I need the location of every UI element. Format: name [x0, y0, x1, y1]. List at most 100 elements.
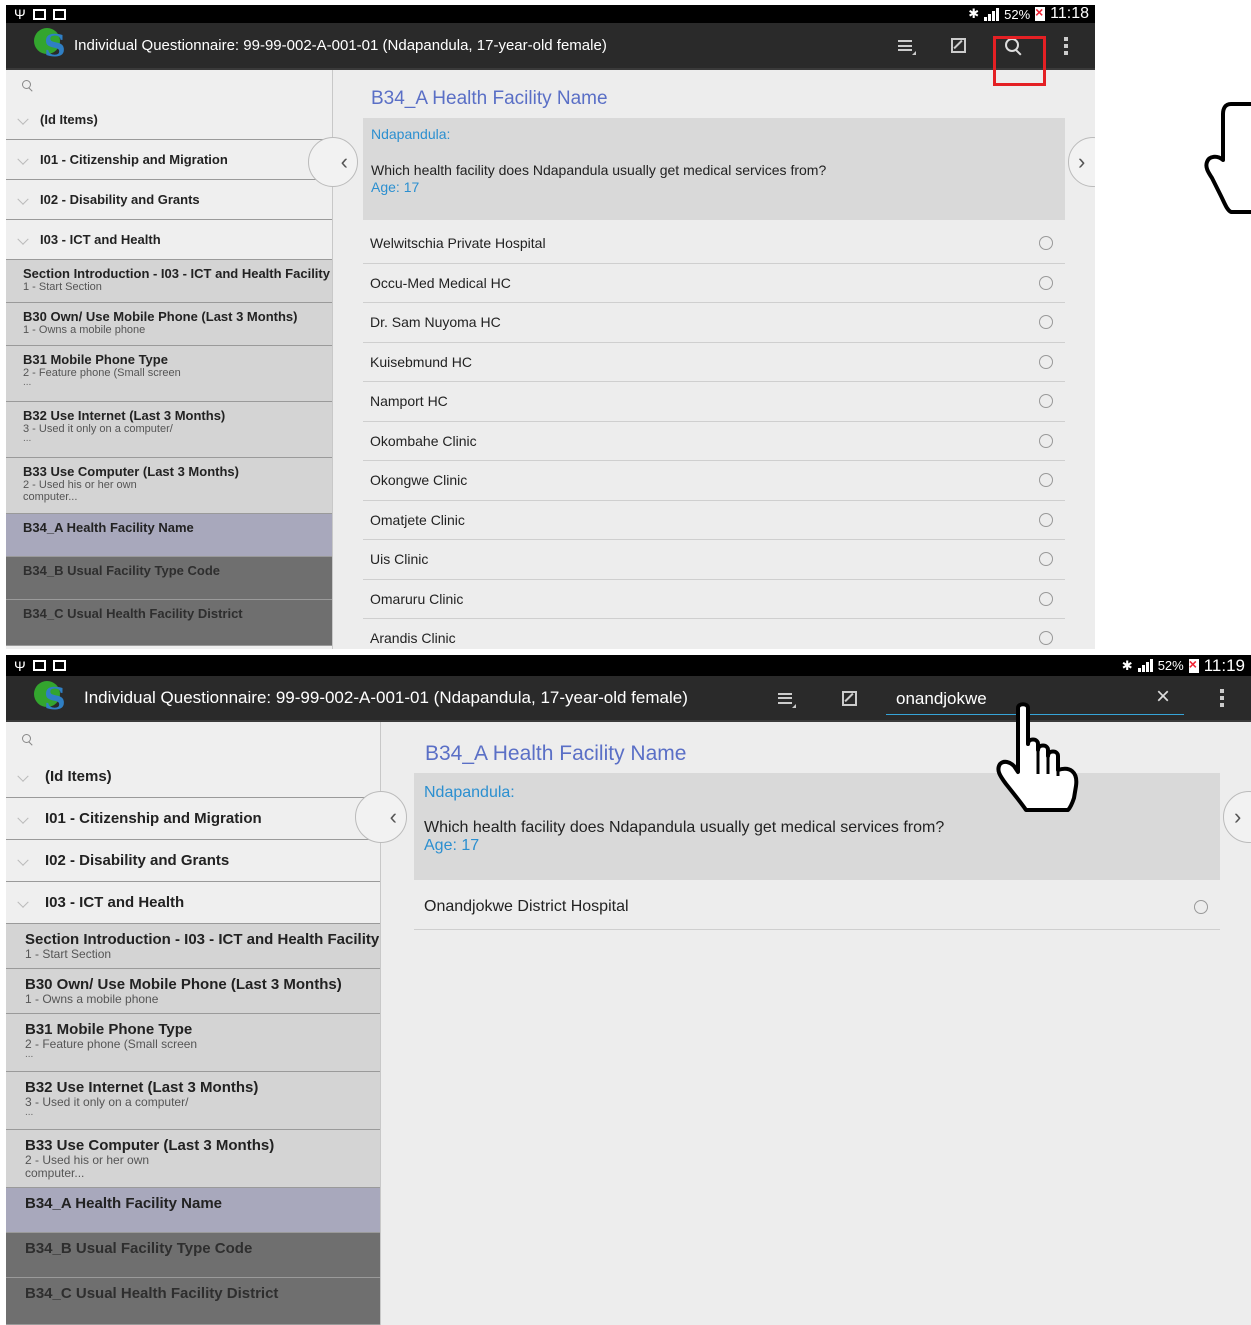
status-bar: Ψ ✱ 52% 11:19	[6, 655, 1251, 676]
group-label: I02 - Disability and Grants	[45, 852, 230, 869]
sidebar-search[interactable]	[6, 70, 332, 100]
respondent-name: Ndapandula:	[424, 784, 515, 801]
tree-group-i03[interactable]: I03 - ICT and Health	[6, 220, 332, 260]
group-label: (Id Items)	[45, 768, 112, 785]
notification-icon	[32, 8, 46, 20]
notification-icon	[32, 660, 46, 671]
next-question-button[interactable]: ›	[1068, 137, 1095, 187]
tree-item-b34c[interactable]: B34_C Usual Health Facility District	[6, 600, 332, 646]
app-title: Individual Questionnaire: 99-99-002-A-00…	[84, 688, 688, 707]
item-answer: 2 - Feature phone (Small screen	[25, 1037, 198, 1051]
option-row[interactable]: Welwitschia Private Hospital	[363, 224, 1065, 264]
tree-item-b31[interactable]: B31 Mobile Phone Type 2 - Feature phone …	[6, 346, 332, 402]
overflow-menu-icon[interactable]	[1056, 23, 1076, 68]
radio-button[interactable]	[1039, 275, 1053, 290]
group-label: I03 - ICT and Health	[40, 232, 161, 247]
group-label: (Id Items)	[40, 112, 98, 127]
tree-group-i01[interactable]: I01 - Citizenship and Migration	[6, 798, 380, 840]
item-title: B34_B Usual Facility Type Code	[23, 563, 220, 578]
radio-button[interactable]	[1039, 394, 1053, 409]
radio-button[interactable]	[1039, 631, 1053, 646]
edit-icon[interactable]	[943, 23, 973, 68]
radio-button[interactable]	[1039, 552, 1053, 567]
previous-question-button[interactable]: ‹	[308, 137, 358, 187]
option-row[interactable]: Occu-Med Medical HC	[363, 264, 1065, 303]
item-more: ...	[25, 1107, 34, 1118]
next-question-button[interactable]: ›	[1223, 791, 1251, 843]
app-title: Individual Questionnaire: 99-99-002-A-00…	[74, 37, 607, 54]
radio-button[interactable]	[1039, 315, 1053, 330]
previous-question-button[interactable]: ‹	[355, 791, 407, 843]
tree-item-b34b[interactable]: B34_B Usual Facility Type Code	[6, 1233, 380, 1278]
chevron-down-icon	[17, 812, 29, 824]
tree-group-i01[interactable]: I01 - Citizenship and Migration	[6, 140, 332, 180]
item-title: B32 Use Internet (Last 3 Months)	[25, 1079, 259, 1096]
group-label: I01 - Citizenship and Migration	[45, 810, 262, 827]
app-logo-icon[interactable]: S	[34, 28, 72, 64]
list-icon[interactable]	[890, 23, 920, 68]
tree-item-section-intro[interactable]: Section Introduction - I03 - ICT and Hea…	[6, 924, 380, 969]
tree-item-b33[interactable]: B33 Use Computer (Last 3 Months) 2 - Use…	[6, 458, 332, 514]
tree-item-b34a[interactable]: B34_A Health Facility Name	[6, 514, 332, 557]
tree-item-b33[interactable]: B33 Use Computer (Last 3 Months) 2 - Use…	[6, 1130, 380, 1188]
tree-group-i03[interactable]: I03 - ICT and Health	[6, 882, 380, 924]
tree-item-b30[interactable]: B30 Own/ Use Mobile Phone (Last 3 Months…	[6, 303, 332, 346]
chevron-down-icon	[17, 233, 29, 245]
highlight-box	[993, 36, 1046, 86]
option-row[interactable]: Uis Clinic	[363, 540, 1065, 580]
option-row[interactable]: Okombahe Clinic	[363, 422, 1065, 461]
close-icon[interactable]: ×	[1156, 684, 1170, 710]
item-answer: 2 - Feature phone (Small screen	[23, 367, 181, 379]
radio-button[interactable]	[1194, 899, 1208, 914]
tree-item-b34b[interactable]: B34_B Usual Facility Type Code	[6, 557, 332, 600]
option-row[interactable]: Arandis Clinic	[363, 619, 1065, 649]
chevron-down-icon	[17, 153, 29, 165]
option-label: Omatjete Clinic	[370, 511, 465, 528]
edit-icon[interactable]	[834, 676, 864, 720]
sidebar-search[interactable]	[6, 722, 380, 756]
search-icon[interactable]	[22, 79, 33, 91]
tree-group-id-items[interactable]: (Id Items)	[6, 100, 332, 140]
option-row[interactable]: Kuisebmund HC	[363, 343, 1065, 382]
radio-button[interactable]	[1039, 473, 1053, 488]
tree-group-id-items[interactable]: (Id Items)	[6, 756, 380, 798]
question-box: Ndapandula: Which health facility does N…	[363, 118, 1065, 220]
battery-percent: 52%	[1157, 658, 1184, 673]
respondent-age: Age: 17	[371, 179, 420, 195]
overflow-menu-icon[interactable]	[1212, 676, 1232, 720]
tree-item-b31[interactable]: B31 Mobile Phone Type 2 - Feature phone …	[6, 1014, 380, 1072]
option-row[interactable]: Okongwe Clinic	[363, 461, 1065, 501]
tree-item-b34c[interactable]: B34_C Usual Health Facility District	[6, 1278, 380, 1325]
tree-item-b34a[interactable]: B34_A Health Facility Name	[6, 1188, 380, 1233]
tree-item-b32[interactable]: B32 Use Internet (Last 3 Months) 3 - Use…	[6, 1072, 380, 1130]
option-label: Okombahe Clinic	[370, 432, 477, 449]
list-icon[interactable]	[770, 676, 800, 720]
option-row[interactable]: Namport HC	[363, 382, 1065, 422]
item-more: ...	[23, 433, 32, 444]
tree-item-b32[interactable]: B32 Use Internet (Last 3 Months) 3 - Use…	[6, 402, 332, 458]
radio-button[interactable]	[1039, 354, 1053, 369]
tree-item-section-intro[interactable]: Section Introduction - I03 - ICT and Hea…	[6, 260, 332, 303]
radio-button[interactable]	[1039, 433, 1053, 448]
respondent-name: Ndapandula:	[371, 126, 451, 142]
question-panel: B34_A Health Facility Name Ndapandula: W…	[355, 722, 1251, 1325]
option-label: Welwitschia Private Hospital	[370, 235, 546, 252]
tree-group-i02[interactable]: I02 - Disability and Grants	[6, 840, 380, 882]
radio-button[interactable]	[1039, 512, 1053, 527]
radio-button[interactable]	[1039, 591, 1053, 606]
option-row[interactable]: Dr. Sam Nuyoma HC	[363, 303, 1065, 343]
search-icon[interactable]	[22, 733, 33, 745]
app-logo-icon[interactable]: S	[34, 681, 72, 717]
option-row[interactable]: Omatjete Clinic	[363, 501, 1065, 540]
tree-group-i02[interactable]: I02 - Disability and Grants	[6, 180, 332, 220]
chevron-down-icon	[17, 896, 29, 908]
item-answer: 3 - Used it only on a computer/	[23, 423, 173, 435]
option-row[interactable]: Onandjokwe District Hospital	[414, 884, 1220, 930]
option-label: Onandjokwe District Hospital	[424, 897, 629, 915]
battery-percent: 52%	[1004, 6, 1031, 22]
screenshot-icon	[52, 660, 66, 671]
option-row[interactable]: Omaruru Clinic	[363, 580, 1065, 619]
tree-item-b30[interactable]: B30 Own/ Use Mobile Phone (Last 3 Months…	[6, 969, 380, 1014]
radio-button[interactable]	[1039, 236, 1053, 251]
item-title: B34_B Usual Facility Type Code	[25, 1240, 253, 1257]
